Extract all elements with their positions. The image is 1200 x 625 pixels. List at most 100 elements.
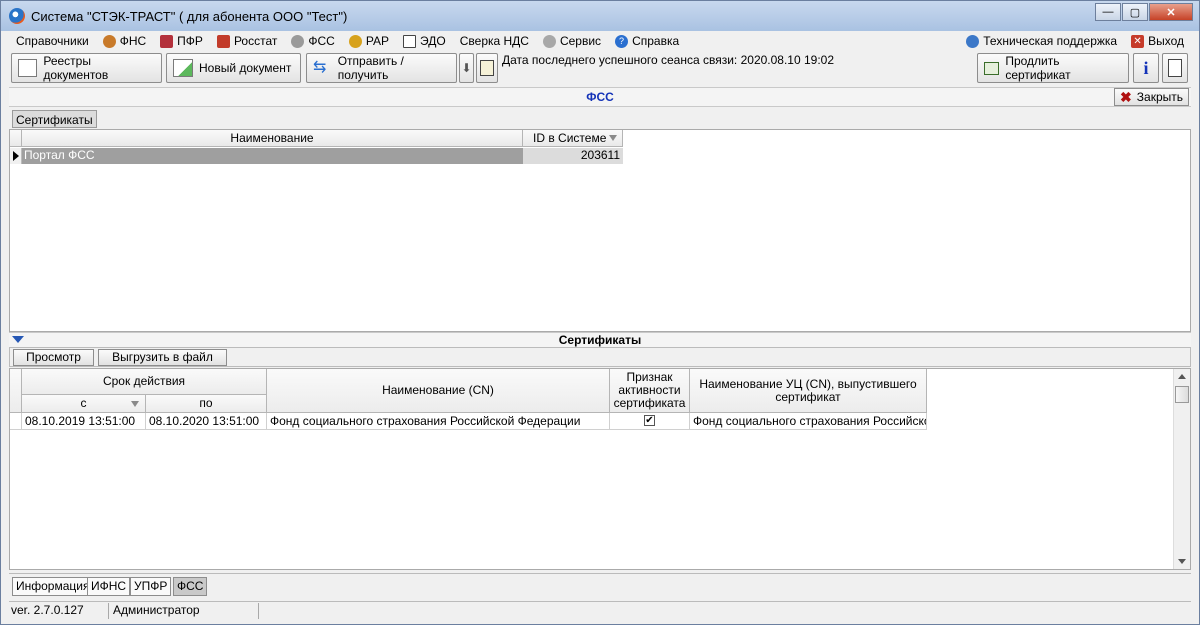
document-info-button[interactable] <box>1162 53 1188 83</box>
menu-directories-label: Справочники <box>16 34 89 48</box>
row-indicator-header <box>10 130 22 147</box>
grid1-cell-id[interactable]: 203611 <box>523 148 623 164</box>
toolbar: Реестры документов Новый документ ⇆ Отпр… <box>9 51 1191 85</box>
cert-cell-active[interactable]: ✔ <box>610 413 690 430</box>
certificate-icon <box>984 61 1000 75</box>
tab-upfr[interactable]: УПФР <box>130 577 172 596</box>
registries-label: Реестры документов <box>43 54 109 82</box>
cert-cell-to[interactable]: 08.10.2020 13:51:00 <box>146 413 267 430</box>
menu-pfr-label: ПФР <box>177 34 203 48</box>
menu-vat-reconciliation[interactable]: Сверка НДС <box>453 31 536 51</box>
certificates-section-title: Сертификаты <box>558 333 642 347</box>
window-title: Система "СТЭК-ТРАСТ" ( для абонента ООО … <box>31 8 348 24</box>
scroll-thumb[interactable] <box>1175 386 1189 403</box>
view-button[interactable]: Просмотр <box>13 349 94 366</box>
registry-icon <box>18 59 38 77</box>
minimize-button[interactable]: — <box>1095 3 1121 21</box>
window-controls: — ▢ ✕ <box>1094 3 1193 21</box>
menu-bar: Справочники ФНС ПФР Росстат ФСС РАР ЭДО … <box>9 31 1191 51</box>
sessions-log-button[interactable] <box>476 53 498 83</box>
send-receive-label: Отправить / получить <box>337 54 404 82</box>
new-document-label: Новый документ <box>199 61 292 75</box>
column-header-from[interactable]: с <box>22 395 146 413</box>
log-icon <box>480 60 494 76</box>
tab-fss[interactable]: ФСС <box>173 577 208 596</box>
menu-pfr[interactable]: ПФР <box>153 31 210 51</box>
menu-support[interactable]: Техническая поддержка <box>959 31 1124 51</box>
send-receive-dropdown[interactable]: ⬇ <box>459 53 474 83</box>
row-indicator <box>10 413 22 430</box>
menu-exit-label: Выход <box>1148 34 1184 48</box>
menu-edo-label: ЭДО <box>420 34 446 48</box>
tab-information[interactable]: Информация <box>12 577 94 596</box>
menu-right-group: Техническая поддержка ✕ Выход <box>959 31 1191 51</box>
fns-icon <box>102 34 116 48</box>
sort-icon <box>131 401 139 407</box>
menu-service[interactable]: Сервис <box>536 31 608 51</box>
cert-cell-cn[interactable]: Фонд социального страхования Российской … <box>267 413 610 430</box>
menu-fns[interactable]: ФНС <box>96 31 153 51</box>
fss-icon <box>291 34 305 48</box>
close-panel-label: Закрыть <box>1136 90 1183 104</box>
scroll-up-icon[interactable] <box>1178 374 1186 379</box>
column-group-validity: Срок действия <box>22 369 267 395</box>
user-label: Администратор <box>109 603 259 619</box>
renew-certificate-label: Продлить сертификат <box>1005 54 1071 82</box>
document-icon <box>1168 59 1182 77</box>
rar-icon <box>348 34 362 48</box>
vertical-scrollbar[interactable] <box>1173 369 1190 569</box>
app-logo-icon <box>9 8 25 24</box>
column-header-cn[interactable]: Наименование (CN) <box>267 369 610 413</box>
export-to-file-button[interactable]: Выгрузить в файл <box>98 349 227 366</box>
renew-certificate-button[interactable]: Продлить сертификат <box>977 53 1129 83</box>
menu-fss-label: ФСС <box>308 34 335 48</box>
menu-exit[interactable]: ✕ Выход <box>1124 31 1191 51</box>
active-checkbox[interactable]: ✔ <box>644 415 655 426</box>
certificates-grid: Срок действия с по Наименование (CN) При… <box>9 368 1191 570</box>
menu-fns-label: ФНС <box>119 34 147 48</box>
menu-vat-label: Сверка НДС <box>459 34 529 48</box>
edo-icon <box>403 34 417 48</box>
rosstat-icon <box>216 34 230 48</box>
column-header-issuer[interactable]: Наименование УЦ (CN), выпустившего серти… <box>690 369 927 413</box>
bottom-tabs: Информация ИФНС УПФР ФСС <box>9 573 1191 599</box>
info-icon: i <box>1143 57 1149 78</box>
grid1-cell-name[interactable]: Портал ФСС <box>22 148 523 164</box>
column-header-to[interactable]: по <box>146 395 267 413</box>
menu-rosstat-label: Росстат <box>233 34 278 48</box>
portal-grid: Наименование ID в Системе Портал ФСС 203… <box>9 129 1191 332</box>
menu-fss[interactable]: ФСС <box>284 31 341 51</box>
help-icon: ? <box>615 34 629 48</box>
close-panel-button[interactable]: ✖ Закрыть <box>1114 88 1189 106</box>
version-label: ver. 2.7.0.127 <box>9 603 109 619</box>
tab-ifns[interactable]: ИФНС <box>87 577 131 596</box>
scroll-down-icon[interactable] <box>1178 559 1186 564</box>
maximize-button[interactable]: ▢ <box>1122 3 1148 21</box>
menu-support-label: Техническая поддержка <box>983 34 1118 48</box>
title-bar: Система "СТЭК-ТРАСТ" ( для абонента ООО … <box>1 1 1199 31</box>
current-row-indicator <box>10 148 22 164</box>
certificates-subtab[interactable]: Сертификаты <box>12 110 97 128</box>
menu-edo[interactable]: ЭДО <box>396 31 453 51</box>
cert-cell-from[interactable]: 08.10.2019 13:51:00 <box>22 413 146 430</box>
menu-directories[interactable]: Справочники <box>9 31 96 51</box>
row-indicator-header <box>10 369 22 413</box>
column-header-active[interactable]: Признак активности сертификата <box>610 369 690 413</box>
menu-rar-label: РАР <box>365 34 390 48</box>
menu-rosstat[interactable]: Росстат <box>210 31 284 51</box>
column-header-name[interactable]: Наименование <box>22 130 523 147</box>
menu-rar[interactable]: РАР <box>342 31 396 51</box>
send-receive-button[interactable]: ⇆ Отправить / получить <box>306 53 457 83</box>
arrow-down-icon: ⬇ <box>461 61 472 75</box>
certificates-section-header: Сертификаты <box>9 332 1191 347</box>
info-button[interactable]: i <box>1133 53 1159 83</box>
cert-cell-issuer[interactable]: Фонд социального страхования Российско..… <box>690 413 927 430</box>
registries-button[interactable]: Реестры документов <box>11 53 162 83</box>
close-window-button[interactable]: ✕ <box>1149 3 1193 21</box>
menu-help[interactable]: ? Справка <box>608 31 686 51</box>
status-message <box>259 603 1191 619</box>
new-document-icon <box>173 59 193 77</box>
status-bar: ver. 2.7.0.127 Администратор <box>9 601 1191 619</box>
new-document-button[interactable]: Новый документ <box>166 53 301 83</box>
column-header-id[interactable]: ID в Системе <box>523 130 623 147</box>
